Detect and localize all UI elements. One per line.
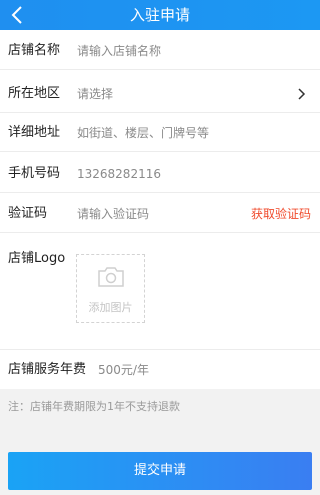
region-row[interactable]: 所在地区 请选择 (0, 75, 320, 113)
page-title: 入驻申请 (129, 6, 190, 24)
upload-image-button[interactable]: 添加图片 (76, 254, 145, 323)
fee-label: 店铺服务年费 (8, 362, 87, 377)
code-label: 验证码 (8, 206, 48, 221)
store-name-row: 店铺名称 请输入店铺名称 (0, 32, 320, 70)
code-input[interactable]: 请输入验证码 (77, 195, 149, 233)
fee-note: 注：店铺年费期限为1年不支持退款 (8, 400, 180, 413)
address-row: 详细地址 如街道、楼层、门牌号等 (0, 114, 320, 152)
region-label: 所在地区 (8, 86, 61, 101)
store-name-input[interactable]: 请输入店铺名称 (77, 32, 161, 70)
address-input[interactable]: 如街道、楼层、门牌号等 (77, 114, 209, 152)
code-row: 验证码 请输入验证码 获取验证码 (0, 195, 320, 233)
phone-label: 手机号码 (8, 166, 61, 181)
submit-button[interactable]: 提交申请 (8, 452, 312, 490)
upload-label: 添加图片 (88, 301, 133, 314)
camera-icon (98, 267, 124, 287)
phone-row: 手机号码 13268282116 (0, 155, 320, 193)
nav-bar: 入驻申请 (0, 0, 320, 30)
address-label: 详细地址 (8, 125, 61, 140)
form-card: 店铺名称 请输入店铺名称 所在地区 请选择 详细地址 如街道、楼层、门牌号等 手… (0, 30, 320, 389)
region-select[interactable]: 请选择 (77, 75, 113, 113)
phone-input[interactable]: 13268282116 (77, 155, 161, 193)
logo-label: 店铺Logo (8, 251, 66, 266)
get-code-button[interactable]: 获取验证码 (251, 195, 311, 233)
fee-value: 500元/年 (98, 363, 149, 377)
fee-row: 店铺服务年费 500元/年 (0, 349, 320, 389)
store-name-label: 店铺名称 (8, 43, 61, 58)
chevron-right-icon (298, 88, 306, 100)
